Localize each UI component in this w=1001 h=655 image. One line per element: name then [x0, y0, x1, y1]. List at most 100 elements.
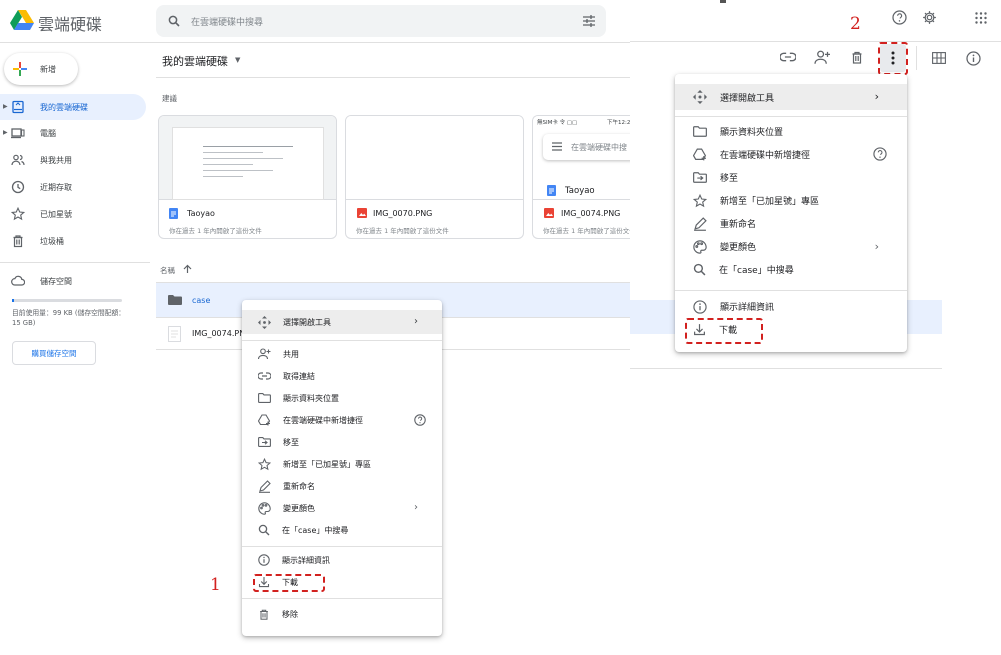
search-icon[interactable] — [168, 15, 180, 27]
sidebar-item-label: 已加星號 — [40, 209, 72, 219]
sidebar-item-label: 我的雲端硬碟 — [40, 102, 88, 112]
search-icon — [693, 263, 706, 276]
file-name: IMG_0074.PN — [192, 329, 246, 338]
expand-icon[interactable]: ▶ — [3, 129, 8, 136]
sidebar-item-computers[interactable]: ▶ 電腦 — [0, 120, 146, 146]
sidebar-divider — [0, 262, 150, 263]
menu-item-move-to[interactable]: 移至 — [242, 431, 442, 453]
caret-down-icon[interactable]: ▼ — [235, 56, 240, 64]
gear-icon[interactable] — [922, 10, 937, 25]
sidebar-item-storage[interactable]: 儲存空間 — [0, 268, 146, 294]
star-icon — [693, 193, 707, 208]
trash-icon — [11, 234, 25, 248]
menu-item-share[interactable]: 共用 — [242, 343, 442, 365]
pencil-icon — [693, 216, 707, 231]
doc-preview — [172, 127, 324, 200]
menu-item-view-details[interactable]: 顯示詳細資訊 — [675, 295, 907, 318]
info-icon[interactable] — [966, 51, 981, 66]
menu-item-label: 在雲端硬碟中新增捷徑 — [283, 415, 363, 425]
computer-icon — [11, 126, 25, 140]
menu-item-get-link[interactable]: 取得連結 — [242, 365, 442, 387]
new-button-label: 新增 — [40, 64, 56, 74]
sidebar-item-starred[interactable]: 已加星號 — [0, 201, 146, 227]
annotation-highlight-more — [878, 42, 908, 75]
suggested-card[interactable]: 無SIM卡 令 ▢▢ 下午12:2 在雲端硬碟中搜 Taoyao IMG_007… — [532, 115, 640, 239]
image-file-icon — [544, 208, 554, 218]
folder-move-icon — [693, 172, 707, 183]
move-arrows-icon — [693, 90, 707, 104]
search-box[interactable]: 在雲端硬碟中搜尋 — [156, 5, 606, 37]
new-button[interactable]: 新增 — [4, 53, 78, 85]
menu-item-label: 顯示資料夾位置 — [283, 393, 339, 403]
menu-item-show-location[interactable]: 顯示資料夾位置 — [675, 120, 907, 143]
menu-item-label: 重新命名 — [283, 481, 315, 491]
help-icon[interactable] — [414, 414, 426, 426]
menu-item-remove[interactable]: 移除 — [242, 603, 442, 625]
menu-item-label: 顯示資料夾位置 — [720, 128, 784, 138]
sidebar-item-label: 與我共用 — [40, 155, 72, 165]
app-title: 雲端硬碟 — [38, 15, 103, 34]
menu-item-show-location[interactable]: 顯示資料夾位置 — [242, 387, 442, 409]
get-link-icon[interactable] — [780, 52, 796, 62]
sidebar-item-shared[interactable]: 與我共用 — [0, 147, 146, 173]
storage-bar-fill — [12, 299, 14, 302]
menu-item-label: 在雲端硬碟中新增捷徑 — [720, 151, 811, 161]
info-icon — [258, 554, 270, 566]
image-thumbnail-icon — [168, 326, 181, 342]
menu-item-view-details[interactable]: 顯示詳細資訊 — [242, 549, 442, 571]
search-input[interactable]: 在雲端硬碟中搜尋 — [191, 15, 263, 28]
folder-icon — [168, 295, 182, 305]
card-title: IMG_0074.PNG — [561, 209, 621, 218]
suggested-card[interactable]: Taoyao 你在過去 1 年內開啟了這份文件 — [158, 115, 337, 239]
menu-item-change-color[interactable]: 變更顏色 › — [675, 235, 907, 258]
storage-used-text: 目前使用量：99 KB (儲存空間配額：15 GB) — [12, 309, 126, 327]
star-icon — [11, 207, 25, 221]
add-person-icon[interactable] — [814, 50, 831, 65]
menu-item-add-star[interactable]: 新增至「已加星號」專區 — [675, 189, 907, 212]
menu-item-open-with[interactable]: 選擇開啟工具 › — [675, 84, 907, 110]
main-header-divider — [156, 77, 640, 78]
menu-item-rename[interactable]: 重新命名 — [242, 475, 442, 497]
menu-item-search-in[interactable]: 在「case」中搜尋 — [675, 258, 907, 281]
folder-outline-icon — [693, 126, 707, 137]
sidebar-item-trash[interactable]: 垃圾桶 — [0, 228, 146, 254]
add-shortcut-icon — [693, 148, 707, 161]
menu-item-change-color[interactable]: 變更顏色 › — [242, 497, 442, 519]
annotation-step-2: 2 — [850, 14, 861, 34]
menu-item-add-star[interactable]: 新增至「已加星號」專區 — [242, 453, 442, 475]
card-subtitle: 你在過去 1 年內開啟了這份文件 — [169, 227, 262, 235]
menu-item-label: 移除 — [282, 609, 298, 619]
grid-view-icon[interactable] — [932, 52, 946, 64]
search-options-icon[interactable] — [582, 14, 596, 28]
sidebar-item-recent[interactable]: 近期存取 — [0, 174, 146, 200]
menu-item-label: 選擇開啟工具 — [283, 317, 331, 327]
name-column-header[interactable]: 名稱 — [160, 265, 175, 276]
chevron-right-icon: › — [414, 316, 418, 327]
trash-icon[interactable] — [850, 50, 864, 65]
drive-window: 雲端硬碟 在雲端硬碟中搜尋 新增 ▶ 我的雲端硬碟 ▶ 電腦 與我共用 近期存取 — [0, 0, 640, 655]
menu-item-move-to[interactable]: 移至 — [675, 166, 907, 189]
menu-item-label: 移至 — [283, 437, 299, 447]
folder-move-icon — [258, 437, 271, 447]
suggested-card[interactable]: IMG_0070.PNG 你在過去 1 年內開啟了這份文件 — [345, 115, 524, 239]
row-divider — [630, 368, 942, 369]
help-icon[interactable] — [892, 10, 907, 25]
thumb-doc-title: Taoyao — [565, 186, 595, 196]
menu-item-search-in[interactable]: 在「case」中搜尋 — [242, 519, 442, 541]
help-icon[interactable] — [873, 147, 887, 161]
apps-grid-icon[interactable] — [975, 12, 987, 24]
card-thumbnail — [346, 116, 523, 200]
sidebar-item-label: 近期存取 — [40, 182, 72, 192]
expand-icon[interactable]: ▶ — [3, 103, 8, 110]
breadcrumb[interactable]: 我的雲端硬碟 — [162, 53, 228, 69]
arrow-up-icon[interactable] — [183, 264, 192, 274]
plus-icon — [12, 61, 28, 77]
card-subtitle: 你在過去 1 年內開啟了這份文件 — [543, 227, 636, 235]
menu-item-add-shortcut[interactable]: 在雲端硬碟中新增捷徑 — [242, 409, 442, 431]
sidebar-item-my-drive[interactable]: ▶ 我的雲端硬碟 — [0, 94, 146, 120]
buy-storage-button[interactable]: 購買儲存空間 — [12, 341, 96, 365]
menu-item-rename[interactable]: 重新命名 — [675, 212, 907, 235]
menu-item-add-shortcut[interactable]: 在雲端硬碟中新增捷徑 — [675, 143, 907, 166]
menu-item-open-with[interactable]: 選擇開啟工具 › — [242, 310, 442, 334]
add-person-icon — [258, 348, 271, 360]
